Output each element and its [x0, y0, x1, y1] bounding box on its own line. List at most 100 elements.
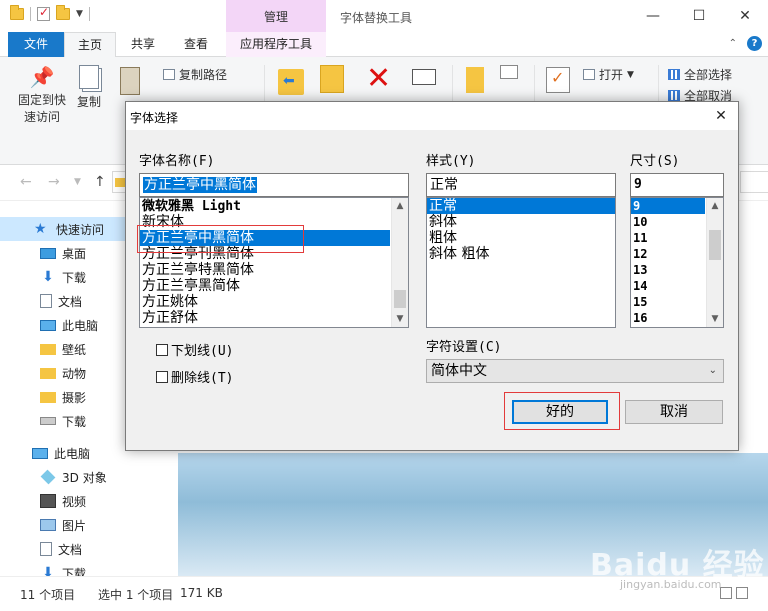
pictures-icon — [40, 519, 56, 531]
font-list-item[interactable]: 方正舒体 — [140, 310, 408, 326]
copy-path-icon — [163, 69, 175, 80]
tab-view[interactable]: 查看 — [172, 32, 220, 57]
new-item-icon[interactable] — [500, 65, 518, 79]
style-list-item[interactable]: 粗体 — [427, 230, 615, 246]
scroll-down-icon[interactable]: ▼ — [392, 311, 408, 327]
style-list[interactable]: 正常 斜体 粗体 斜体 粗体 — [426, 197, 616, 328]
view-switcher — [720, 587, 748, 599]
delete-icon[interactable]: ✕ — [366, 61, 391, 96]
forward-arrow-icon[interactable]: → — [48, 174, 60, 190]
chevron-down-icon: ⌄ — [708, 365, 717, 376]
customize-toolbar-arrow-icon[interactable]: ▼ — [76, 9, 83, 19]
nav-item-documents-pc[interactable]: 文档 — [0, 537, 178, 561]
status-item-count: 11 个项目 — [20, 588, 76, 602]
nav-label: 快速访问 — [56, 222, 105, 237]
style-list-item[interactable]: 斜体 粗体 — [427, 246, 615, 262]
open-button[interactable]: 打开 ▼ — [583, 66, 634, 83]
nav-label: 视频 — [62, 494, 87, 509]
tab-app-tools[interactable]: 应用程序工具 — [226, 32, 326, 57]
size-list-item-selected[interactable]: 9 — [631, 198, 705, 214]
strikeout-label: 删除线(T) — [171, 371, 234, 386]
star-icon: ★ — [34, 221, 47, 237]
font-list-item[interactable]: 方正兰亭特黑简体 — [140, 262, 408, 278]
font-name-input[interactable]: 方正兰亭中黑简体 — [139, 173, 409, 197]
computer-icon — [40, 319, 56, 331]
cancel-button[interactable]: 取消 — [625, 400, 723, 424]
rename-icon[interactable] — [412, 69, 436, 85]
nav-label: 图片 — [62, 518, 87, 533]
font-list-item-label: 微软雅黑 Light — [142, 199, 241, 214]
scroll-thumb[interactable] — [394, 290, 406, 308]
help-icon[interactable]: ? — [747, 36, 762, 51]
watermark-url: jingyan.baidu.com — [620, 578, 722, 591]
computer-icon — [32, 447, 48, 459]
nav-label: 下载 — [62, 414, 87, 429]
scroll-thumb[interactable] — [709, 230, 721, 260]
font-list-item[interactable]: 方正姚体 — [140, 294, 408, 310]
pin-to-quick-access-button[interactable]: 📌 固定到快 速访问 — [14, 65, 70, 125]
select-all-button[interactable]: 全部选择 — [668, 66, 732, 83]
properties-icon[interactable] — [37, 5, 50, 21]
recent-locations-icon[interactable]: ▼ — [74, 177, 81, 187]
open-dropdown-arrow-icon: ▼ — [627, 69, 634, 80]
paste-icon[interactable] — [120, 67, 140, 95]
nav-item-3d-objects[interactable]: 3D 对象 — [0, 465, 178, 489]
size-list[interactable]: 9 10 11 12 13 14 15 16 ▲ ▼ — [630, 197, 724, 328]
tab-home[interactable]: 主页 — [64, 32, 116, 58]
up-arrow-icon[interactable]: ↑ — [94, 174, 106, 190]
font-list-item[interactable]: 方正兰亭黑简体 — [140, 278, 408, 294]
highlight-box-font — [137, 225, 304, 253]
back-arrow-icon[interactable]: ← — [20, 174, 32, 190]
font-list-scrollbar[interactable]: ▲ ▼ — [391, 198, 408, 327]
scroll-up-icon[interactable]: ▲ — [707, 198, 723, 214]
folder-icon — [10, 5, 24, 20]
open-label: 打开 — [599, 68, 624, 82]
ribbon-tab-bar: 文件 主页 共享 查看 应用程序工具 ⌃ ? — [0, 32, 768, 58]
tab-share[interactable]: 共享 — [120, 32, 166, 57]
new-folder-icon[interactable] — [466, 67, 484, 93]
quick-access-toolbar: ▼ — [10, 5, 90, 21]
style-input[interactable]: 正常 — [426, 173, 616, 197]
checkbox-box[interactable] — [156, 343, 168, 356]
minimize-button[interactable]: — — [630, 0, 676, 32]
select-all-label: 全部选择 — [684, 68, 733, 82]
charset-select[interactable]: 简体中文 ⌄ — [426, 359, 724, 383]
nav-item-pictures[interactable]: 图片 — [0, 513, 178, 537]
window-controls: — ☐ ✕ — [630, 0, 768, 32]
style-list-item-selected[interactable]: 正常 — [427, 198, 615, 214]
tab-file[interactable]: 文件 — [8, 32, 64, 57]
strikeout-checkbox[interactable]: 删除线(T) — [156, 367, 233, 386]
select-all-icon — [668, 69, 680, 80]
copy-path-button[interactable]: 复制路径 — [163, 66, 227, 83]
scroll-up-icon[interactable]: ▲ — [392, 198, 408, 214]
style-list-item[interactable]: 斜体 — [427, 214, 615, 230]
nav-item-videos[interactable]: 视频 — [0, 489, 178, 513]
search-input[interactable] — [740, 171, 768, 193]
dialog-close-icon[interactable]: ✕ — [704, 102, 738, 130]
close-window-button[interactable]: ✕ — [722, 0, 768, 32]
font-list-item[interactable]: 微软雅黑 Light — [140, 198, 408, 214]
size-list-scrollbar[interactable]: ▲ ▼ — [706, 198, 723, 327]
properties-icon[interactable] — [546, 67, 570, 93]
size-input[interactable]: 9 — [630, 173, 724, 197]
window-title: 字体替换工具 — [340, 11, 413, 25]
checkbox-box[interactable] — [156, 370, 168, 383]
scroll-down-icon[interactable]: ▼ — [707, 311, 723, 327]
nav-label: 桌面 — [62, 246, 87, 261]
nav-label: 壁纸 — [62, 342, 87, 357]
nav-label: 下载 — [62, 270, 87, 285]
manage-context-tab[interactable]: 管理 — [226, 0, 326, 32]
copy-button[interactable]: 复制 — [74, 65, 104, 110]
font-name-list[interactable]: 微软雅黑 Light 新宋体 方正兰亭中黑简体 方正兰亭刊黑简体 方正兰亭特黑简… — [139, 197, 409, 328]
toolbar-separator — [88, 7, 90, 21]
nav-label: 此电脑 — [54, 446, 91, 461]
move-to-icon[interactable] — [278, 69, 304, 95]
charset-value: 简体中文 — [431, 363, 487, 379]
font-name-label: 字体名称(F) — [139, 154, 215, 169]
collapse-ribbon-chevron-icon[interactable]: ⌃ — [729, 38, 737, 49]
copy-to-icon[interactable] — [320, 65, 344, 93]
new-folder-icon[interactable] — [56, 5, 70, 20]
large-icons-view-icon[interactable] — [736, 587, 748, 599]
underline-checkbox[interactable]: 下划线(U) — [156, 340, 233, 359]
maximize-button[interactable]: ☐ — [676, 0, 722, 32]
